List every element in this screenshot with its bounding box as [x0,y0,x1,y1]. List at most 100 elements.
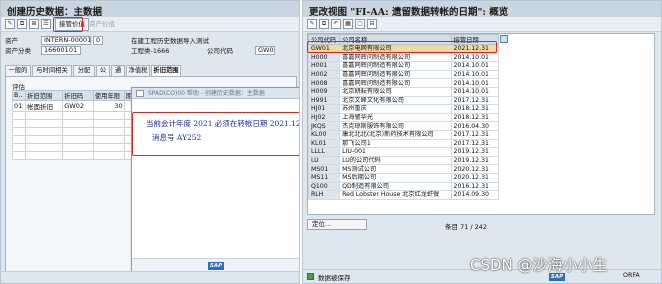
right-window: 更改视图 "FI-AA: 遗留数据转帐的日期": 概览 ✎ ⧉ ↶ ▦ ▢ ⊟ … [302,0,662,284]
cell-company-code: JKQS [307,121,341,131]
cell-company-name: LIU-001 [339,147,452,157]
table-row[interactable]: H002 喜嘉同辉问制造有限公司 2014.10.01 [307,69,500,80]
table-row[interactable]: 01 帐面折旧 GW02 30 [11,100,141,112]
edit-icon[interactable]: ✎ [5,19,15,29]
window-icon [136,90,144,97]
table-header-row: B.. 折旧范围 折旧码 使用年限 期 [11,90,141,101]
table-row[interactable]: MS01 MS测试公司 2020.12.31 [307,164,500,174]
empty-cell [25,111,64,120]
select-all-icon[interactable]: ▦ [343,19,353,29]
tab-depreciation-areas[interactable]: 折旧范围 [151,65,181,76]
table-row[interactable]: H991 北京文峰文化有限公司 2017.12.31 [307,95,500,106]
cell-transfer-date[interactable]: 2017.12.31 [450,129,500,140]
company-code-grid: 公司代码 公司名称 接管日期 GW01 北京电网有限公司 2021.12.31 H00… [307,33,655,215]
tab-time-dependent[interactable]: 与时间相关 [32,65,72,76]
table-row[interactable]: H001 喜嘉同辉问制造有限公司 2014.10.01 [307,61,500,71]
table-row[interactable]: HJ02 上海警华光 2018.12.31 [307,112,500,123]
cell-transfer-date[interactable]: 2017.12.31 [450,138,500,149]
cell-transfer-date[interactable]: 2014.10.01 [450,52,500,63]
empty-cell [11,111,27,120]
deselect-icon[interactable]: ▢ [355,19,365,29]
cell-transfer-date[interactable]: 2019.12.31 [450,147,500,157]
table-row[interactable]: RLH Red Lobster House 北京红龙虾餐 2014.09.30 [307,190,500,200]
tree-icon[interactable]: ⊞ [29,19,39,29]
cell-transfer-date[interactable]: 2018.12.31 [450,104,500,114]
cell-transfer-date[interactable]: 2019.12.31 [450,155,500,166]
tab-public[interactable]: 公 [96,65,110,76]
cell-company-name: 喜嘉同辉问制造有限公司 [339,61,452,71]
cell-area: 帐面折旧 [25,100,64,112]
table-row[interactable]: KL01 那飞公司1 2017.12.31 [307,138,500,149]
empty-cell [25,135,64,144]
empty-cell [62,127,94,136]
settings-icon[interactable]: ☰ [41,19,51,29]
cell-transfer-date[interactable]: 2020.12.31 [450,164,500,174]
table-row[interactable]: LU LU的公司代码 2019.12.31 [307,155,500,166]
column-header-company-name: 公司名称 [339,34,452,45]
column-header-company-code: 公司代码 [307,34,341,45]
display-change-icon[interactable]: ✎ [307,19,317,29]
empty-cell [25,151,64,160]
cell-transfer-date[interactable]: 2014.10.01 [450,61,500,71]
cell-company-code: HJ02 [307,112,341,123]
table-row[interactable]: KL00 康北北北(北京)新药技术有限公司 2017.12.31 [307,129,500,140]
empty-cell [11,127,27,136]
table-row[interactable]: HJ01 苏州重庆 2018.12.31 [307,104,500,114]
asset-class-field[interactable]: 16600101 [41,46,81,55]
cell-company-code: H009 [307,86,341,97]
cell-transfer-date[interactable]: 2016.12.31 [450,181,500,192]
table-row[interactable]: H009 北京耕耘有限公司 2014.10.01 [307,86,500,97]
cell-company-code: Q100 [307,181,341,192]
table-settings-icon[interactable] [500,35,508,43]
company-code-field[interactable]: GW01 [255,46,275,55]
table-row[interactable]: H000 喜嘉同辉问制造有限公司 2014.10.01 [307,52,500,63]
asset-value-button[interactable]: 资产价值 [85,18,119,31]
empty-cell [92,111,125,120]
table-row[interactable]: GW01 北京电网有限公司 2021.12.31 [307,44,500,54]
table-row[interactable]: JKQS 杰克琼斯服饰有限公司 2016.04.30 [307,121,500,131]
column-header-key: 折旧码 [62,90,94,101]
success-icon [307,273,314,280]
cell-transfer-date[interactable]: 2021.12.31 [450,44,500,54]
table-row[interactable]: LLLL LIU-001 2019.12.31 [307,147,500,157]
copy-icon[interactable]: ⧉ [319,19,329,29]
undo-icon[interactable]: ↶ [331,19,341,29]
asset-field[interactable]: INTERN-00001 [41,36,91,45]
error-popup: SPAD(CO)00 帮助 - 创建历史数据：主数据 当前会计年度 2021 必… [131,87,299,273]
tab-tong[interactable]: 通 [111,65,125,76]
cell-transfer-date[interactable]: 2014.09.30 [450,190,500,200]
asset-subnumber-field[interactable]: 0 [93,36,103,45]
empty-cell [11,119,27,128]
cell-transfer-date[interactable]: 2016.04.30 [450,121,500,131]
status-message: 数据被保存 [318,274,351,282]
cell-transfer-date[interactable]: 2014.10.01 [450,78,500,88]
details-icon[interactable]: ⊟ [367,19,377,29]
empty-cell [92,135,125,144]
cell-transfer-date[interactable]: 2014.10.01 [450,86,500,97]
cell-transfer-date[interactable]: 2020.12.31 [450,172,500,183]
table-row[interactable]: MS11 MS后期公司 2020.12.31 [307,172,500,183]
cell-company-code: KL01 [307,138,341,149]
cell-transfer-date[interactable]: 2017.12.31 [450,95,500,106]
cell-company-code: H002 [307,69,341,80]
cell-company-name: 喜嘉同辉问制造有限公司 [339,78,452,88]
cell-company-code: H008 [307,78,341,88]
cell-transfer-date[interactable]: 2018.12.31 [450,112,500,123]
locate-button[interactable]: 定位... [307,219,367,230]
table-row[interactable]: H008 喜嘉同辉问制造有限公司 2014.10.01 [307,78,500,88]
cell-b: 01 [11,100,27,112]
cell-company-name: MS测试公司 [339,164,452,174]
transfer-date-table: 公司代码 公司名称 接管日期 GW01 北京电网有限公司 2021.12.31 H00… [307,34,500,200]
save-values-button[interactable]: 接管价值 [55,18,89,31]
popup-title: SPAD(CO)00 帮助 - 创建历史数据：主数据 [148,90,265,97]
asset-description: 在建工程历史数据导入测试 [131,37,209,45]
table-row[interactable]: Q100 QD制造有限公司 2016.12.31 [307,181,500,192]
tab-general[interactable]: 一般的 [5,65,31,76]
cell-key[interactable]: GW02 [62,100,94,112]
left-status-bar [1,271,299,283]
copy-icon[interactable]: ⧉ [17,19,27,29]
tab-allocations[interactable]: 分配 [73,65,95,76]
cell-transfer-date[interactable]: 2014.10.01 [450,69,500,80]
cell-life[interactable]: 30 [92,100,125,112]
tab-net-worth-tax[interactable]: 净值税 [126,65,150,76]
